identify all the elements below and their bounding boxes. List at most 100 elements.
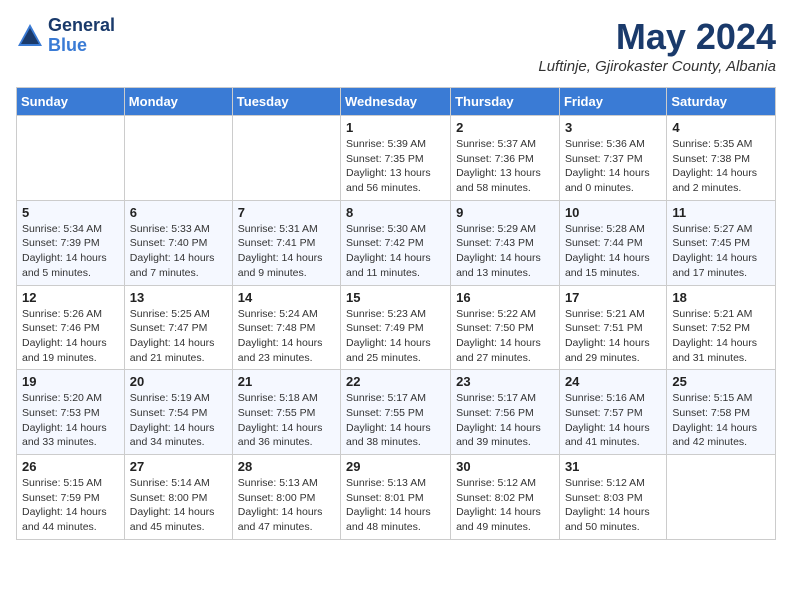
- day-number: 12: [22, 290, 119, 305]
- weekday-header-monday: Monday: [124, 88, 232, 116]
- day-number: 21: [238, 374, 335, 389]
- day-info: Sunrise: 5:14 AM Sunset: 8:00 PM Dayligh…: [130, 476, 227, 535]
- weekday-header-tuesday: Tuesday: [232, 88, 340, 116]
- calendar-cell: 29 Sunrise: 5:13 AM Sunset: 8:01 PM Dayli…: [341, 455, 451, 540]
- day-info: Sunrise: 5:31 AM Sunset: 7:41 PM Dayligh…: [238, 222, 335, 281]
- day-info: Sunrise: 5:18 AM Sunset: 7:55 PM Dayligh…: [238, 391, 335, 450]
- weekday-header-sunday: Sunday: [17, 88, 125, 116]
- day-number: 2: [456, 120, 554, 135]
- day-number: 5: [22, 205, 119, 220]
- day-number: 19: [22, 374, 119, 389]
- calendar-week-row: 26Sunrise: 5:15 AM Sunset: 7:59 PM Dayli…: [17, 455, 776, 540]
- calendar-cell: 4 Sunrise: 5:35 AM Sunset: 7:38 PM Daylig…: [667, 116, 776, 201]
- calendar-table: SundayMondayTuesdayWednesdayThursdayFrid…: [16, 87, 776, 540]
- day-number: 25: [672, 374, 770, 389]
- day-number: 28: [238, 459, 335, 474]
- day-number: 10: [565, 205, 661, 220]
- calendar-cell: 26Sunrise: 5:15 AM Sunset: 7:59 PM Dayli…: [17, 455, 125, 540]
- calendar-cell: 8Sunrise: 5:30 AM Sunset: 7:42 PM Daylig…: [341, 200, 451, 285]
- calendar-cell: 28 Sunrise: 5:13 AM Sunset: 8:00 PM Dayli…: [232, 455, 340, 540]
- calendar-week-row: 19 Sunrise: 5:20 AM Sunset: 7:53 PM Dayli…: [17, 370, 776, 455]
- day-number: 13: [130, 290, 227, 305]
- weekday-header-wednesday: Wednesday: [341, 88, 451, 116]
- day-number: 9: [456, 205, 554, 220]
- day-number: 17: [565, 290, 661, 305]
- calendar-cell: 25 Sunrise: 5:15 AM Sunset: 7:58 PM Dayli…: [667, 370, 776, 455]
- logo-icon: [16, 22, 44, 50]
- day-info: Sunrise: 5:13 AM Sunset: 8:01 PM Dayligh…: [346, 476, 445, 535]
- day-number: 29: [346, 459, 445, 474]
- day-number: 31: [565, 459, 661, 474]
- calendar-cell: 18 Sunrise: 5:21 AM Sunset: 7:52 PM Dayli…: [667, 285, 776, 370]
- day-number: 26: [22, 459, 119, 474]
- day-info: Sunrise: 5:35 AM Sunset: 7:38 PM Dayligh…: [672, 137, 770, 196]
- calendar-cell: 31 Sunrise: 5:12 AM Sunset: 8:03 PM Dayli…: [559, 455, 666, 540]
- calendar-cell: 24 Sunrise: 5:16 AM Sunset: 7:57 PM Dayli…: [559, 370, 666, 455]
- day-info: Sunrise: 5:22 AM Sunset: 7:50 PM Dayligh…: [456, 307, 554, 366]
- calendar-cell: 23Sunrise: 5:17 AM Sunset: 7:56 PM Dayli…: [451, 370, 560, 455]
- calendar-cell: [124, 116, 232, 201]
- calendar-cell: 10 Sunrise: 5:28 AM Sunset: 7:44 PM Dayli…: [559, 200, 666, 285]
- day-info: Sunrise: 5:34 AM Sunset: 7:39 PM Dayligh…: [22, 222, 119, 281]
- calendar-cell: 21 Sunrise: 5:18 AM Sunset: 7:55 PM Dayli…: [232, 370, 340, 455]
- day-number: 15: [346, 290, 445, 305]
- day-info: Sunrise: 5:12 AM Sunset: 8:03 PM Dayligh…: [565, 476, 661, 535]
- calendar-cell: [667, 455, 776, 540]
- calendar-cell: 5 Sunrise: 5:34 AM Sunset: 7:39 PM Daylig…: [17, 200, 125, 285]
- calendar-cell: 13Sunrise: 5:25 AM Sunset: 7:47 PM Dayli…: [124, 285, 232, 370]
- title-block: May 2024 Luftinje, Gjirokaster County, A…: [538, 16, 776, 75]
- calendar-cell: 27 Sunrise: 5:14 AM Sunset: 8:00 PM Dayli…: [124, 455, 232, 540]
- day-number: 3: [565, 120, 661, 135]
- day-info: Sunrise: 5:24 AM Sunset: 7:48 PM Dayligh…: [238, 307, 335, 366]
- day-info: Sunrise: 5:21 AM Sunset: 7:52 PM Dayligh…: [672, 307, 770, 366]
- day-number: 4: [672, 120, 770, 135]
- day-number: 6: [130, 205, 227, 220]
- day-info: Sunrise: 5:33 AM Sunset: 7:40 PM Dayligh…: [130, 222, 227, 281]
- calendar-cell: 1Sunrise: 5:39 AM Sunset: 7:35 PM Daylig…: [341, 116, 451, 201]
- day-number: 30: [456, 459, 554, 474]
- calendar-cell: 9 Sunrise: 5:29 AM Sunset: 7:43 PM Daylig…: [451, 200, 560, 285]
- calendar-week-row: 12 Sunrise: 5:26 AM Sunset: 7:46 PM Dayli…: [17, 285, 776, 370]
- calendar-cell: [232, 116, 340, 201]
- weekday-header-saturday: Saturday: [667, 88, 776, 116]
- calendar-cell: 30 Sunrise: 5:12 AM Sunset: 8:02 PM Dayli…: [451, 455, 560, 540]
- calendar-cell: 19 Sunrise: 5:20 AM Sunset: 7:53 PM Dayli…: [17, 370, 125, 455]
- calendar-cell: 3 Sunrise: 5:36 AM Sunset: 7:37 PM Daylig…: [559, 116, 666, 201]
- calendar-week-row: 5 Sunrise: 5:34 AM Sunset: 7:39 PM Daylig…: [17, 200, 776, 285]
- day-number: 24: [565, 374, 661, 389]
- calendar-cell: 20Sunrise: 5:19 AM Sunset: 7:54 PM Dayli…: [124, 370, 232, 455]
- day-info: Sunrise: 5:20 AM Sunset: 7:53 PM Dayligh…: [22, 391, 119, 450]
- calendar-cell: 17 Sunrise: 5:21 AM Sunset: 7:51 PM Dayli…: [559, 285, 666, 370]
- day-info: Sunrise: 5:13 AM Sunset: 8:00 PM Dayligh…: [238, 476, 335, 535]
- day-info: Sunrise: 5:26 AM Sunset: 7:46 PM Dayligh…: [22, 307, 119, 366]
- calendar-cell: 16 Sunrise: 5:22 AM Sunset: 7:50 PM Dayli…: [451, 285, 560, 370]
- calendar-cell: 22Sunrise: 5:17 AM Sunset: 7:55 PM Dayli…: [341, 370, 451, 455]
- calendar-week-row: 1Sunrise: 5:39 AM Sunset: 7:35 PM Daylig…: [17, 116, 776, 201]
- weekday-header-friday: Friday: [559, 88, 666, 116]
- logo-blue-text: Blue: [48, 36, 115, 56]
- day-info: Sunrise: 5:36 AM Sunset: 7:37 PM Dayligh…: [565, 137, 661, 196]
- day-info: Sunrise: 5:16 AM Sunset: 7:57 PM Dayligh…: [565, 391, 661, 450]
- calendar-cell: 11Sunrise: 5:27 AM Sunset: 7:45 PM Dayli…: [667, 200, 776, 285]
- day-info: Sunrise: 5:29 AM Sunset: 7:43 PM Dayligh…: [456, 222, 554, 281]
- day-number: 27: [130, 459, 227, 474]
- day-info: Sunrise: 5:19 AM Sunset: 7:54 PM Dayligh…: [130, 391, 227, 450]
- day-number: 8: [346, 205, 445, 220]
- day-number: 22: [346, 374, 445, 389]
- calendar-cell: 14 Sunrise: 5:24 AM Sunset: 7:48 PM Dayli…: [232, 285, 340, 370]
- day-number: 14: [238, 290, 335, 305]
- day-info: Sunrise: 5:28 AM Sunset: 7:44 PM Dayligh…: [565, 222, 661, 281]
- day-number: 18: [672, 290, 770, 305]
- day-info: Sunrise: 5:21 AM Sunset: 7:51 PM Dayligh…: [565, 307, 661, 366]
- calendar-cell: 2Sunrise: 5:37 AM Sunset: 7:36 PM Daylig…: [451, 116, 560, 201]
- day-number: 16: [456, 290, 554, 305]
- page-header: General Blue May 2024 Luftinje, Gjirokas…: [16, 16, 776, 75]
- day-info: Sunrise: 5:12 AM Sunset: 8:02 PM Dayligh…: [456, 476, 554, 535]
- day-info: Sunrise: 5:39 AM Sunset: 7:35 PM Dayligh…: [346, 137, 445, 196]
- weekday-header-thursday: Thursday: [451, 88, 560, 116]
- logo: General Blue: [16, 16, 115, 56]
- day-number: 23: [456, 374, 554, 389]
- day-info: Sunrise: 5:15 AM Sunset: 7:58 PM Dayligh…: [672, 391, 770, 450]
- calendar-cell: 15 Sunrise: 5:23 AM Sunset: 7:49 PM Dayli…: [341, 285, 451, 370]
- day-info: Sunrise: 5:23 AM Sunset: 7:49 PM Dayligh…: [346, 307, 445, 366]
